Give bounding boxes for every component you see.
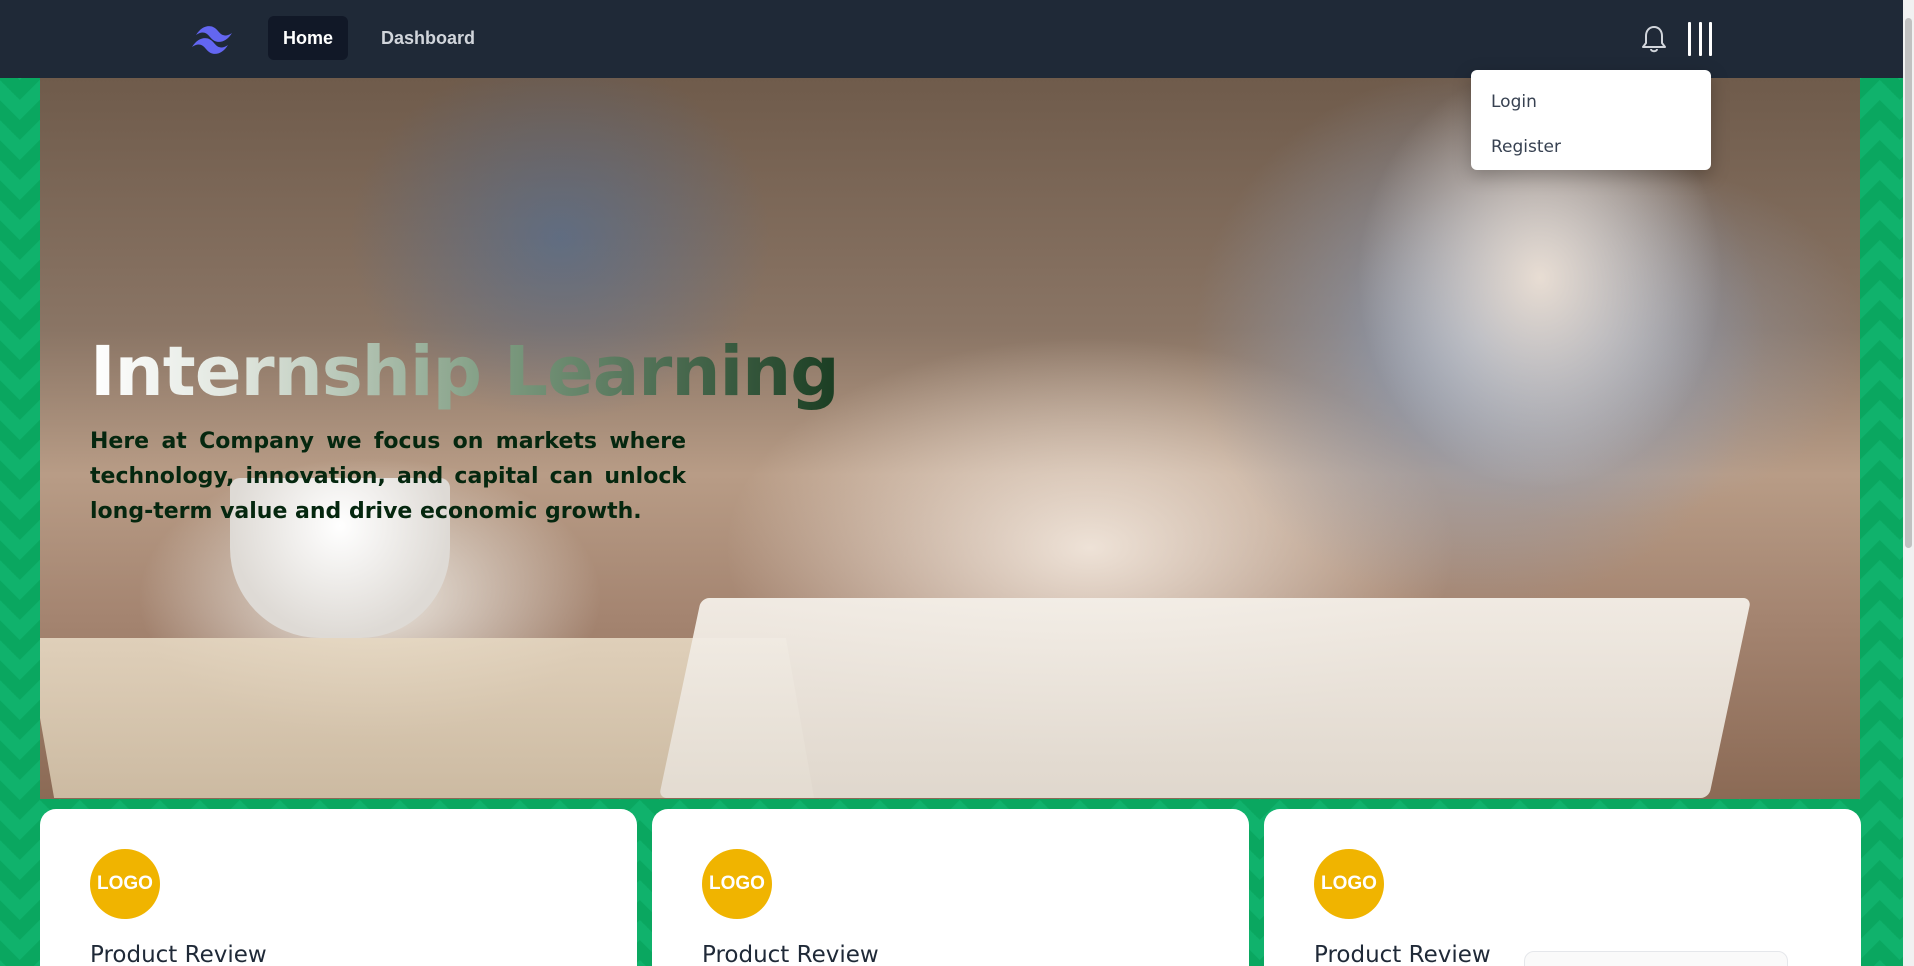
tailwind-logo-icon[interactable] [190,21,238,55]
product-card[interactable]: LOGO Product Review [652,809,1249,966]
login-link[interactable]: Login [1471,80,1711,125]
card-logo-badge: LOGO [702,849,772,919]
product-card[interactable]: LOGO Product Review [40,809,637,966]
card-title: Product Review [702,942,879,966]
card-tag-box [1524,951,1788,966]
card-title: Product Review [90,942,267,966]
menu-bar [1709,22,1712,56]
product-card[interactable]: LOGO Product Review [1264,809,1861,966]
hero-banner: Internship Learning Here at Company we f… [40,78,1860,799]
card-title: Product Review [1314,942,1491,966]
menu-bar [1688,22,1691,56]
scrollbar-thumb[interactable] [1905,18,1912,548]
menu-bar [1698,22,1702,56]
account-dropdown: Login Register [1471,70,1711,170]
hero-description: Here at Company we focus on markets wher… [90,429,686,524]
bell-icon[interactable] [1640,24,1668,54]
hero-title: Internship Learning [90,332,840,412]
nav-home-link[interactable]: Home [268,16,349,60]
nav-dashboard-link[interactable]: Dashboard [366,16,490,60]
page-scrollbar[interactable] [1903,0,1914,966]
register-link[interactable]: Register [1471,125,1711,170]
menu-bars-icon[interactable] [1688,22,1712,56]
hero-background-open-notebook [658,598,1752,798]
card-logo-badge: LOGO [1314,849,1384,919]
top-navbar: Home Dashboard [0,0,1903,78]
card-logo-badge: LOGO [90,849,160,919]
